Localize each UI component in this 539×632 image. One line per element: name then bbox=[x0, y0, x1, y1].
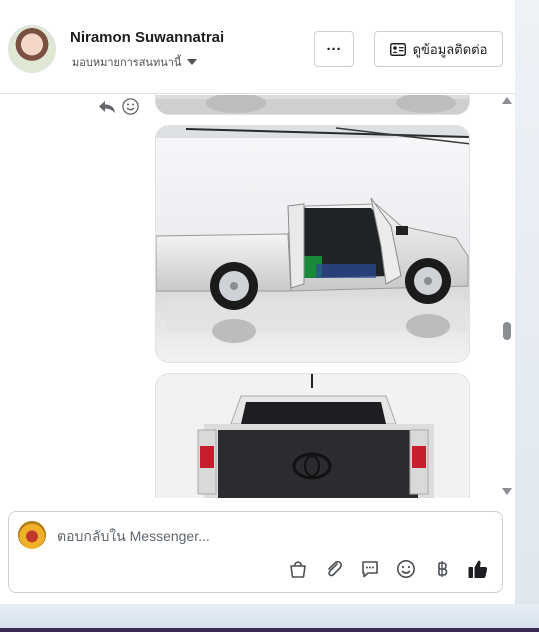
avatar[interactable] bbox=[8, 25, 56, 73]
message-thread[interactable] bbox=[0, 95, 515, 498]
baht-icon[interactable] bbox=[431, 558, 453, 580]
message-actions bbox=[98, 98, 139, 115]
shopping-bag-icon[interactable] bbox=[287, 558, 309, 580]
reply-composer bbox=[8, 511, 503, 593]
reply-icon[interactable] bbox=[98, 100, 116, 114]
pickup-truck-side-image bbox=[156, 126, 469, 362]
more-icon: ··· bbox=[326, 40, 342, 58]
assign-conversation[interactable]: มอบหมายการสนทนานี้ bbox=[72, 53, 198, 71]
conversation-header: Niramon Suwannatrai มอบหมายการสนทนานี้ ·… bbox=[0, 0, 515, 94]
car-photo-partial[interactable] bbox=[155, 95, 470, 115]
view-contact-label: ดูข้อมูลติดต่อ bbox=[412, 41, 488, 57]
composer-toolbar bbox=[287, 558, 489, 580]
emoji-icon[interactable] bbox=[122, 98, 139, 115]
reply-input[interactable] bbox=[57, 526, 477, 546]
scroll-thumb[interactable] bbox=[503, 322, 511, 340]
contact-card-icon bbox=[389, 42, 406, 56]
assign-label: มอบหมายการสนทนานี้ bbox=[72, 57, 182, 69]
saved-reply-icon[interactable] bbox=[359, 558, 381, 580]
pickup-truck-rear-image bbox=[156, 374, 469, 498]
attachment-icon[interactable] bbox=[323, 558, 345, 580]
pickup-truck-side-photo[interactable] bbox=[155, 125, 470, 363]
caret-down-icon bbox=[187, 59, 198, 65]
conversation-panel: Niramon Suwannatrai มอบหมายการสนทนานี้ ·… bbox=[0, 0, 515, 604]
thumbs-up-icon[interactable] bbox=[467, 558, 489, 580]
more-options-button[interactable]: ··· bbox=[314, 31, 354, 67]
view-contact-button[interactable]: ดูข้อมูลติดต่อ bbox=[374, 31, 503, 67]
window-edge bbox=[515, 0, 539, 632]
scroll-down-arrow[interactable] bbox=[502, 488, 512, 495]
taskbar-edge bbox=[0, 628, 539, 632]
scroll-up-arrow[interactable] bbox=[502, 97, 512, 104]
contact-name[interactable]: Niramon Suwannatrai bbox=[70, 29, 224, 46]
car-photo-partial-image bbox=[156, 95, 469, 114]
page-avatar bbox=[18, 521, 46, 549]
emoji-icon[interactable] bbox=[395, 558, 417, 580]
pickup-truck-rear-photo[interactable] bbox=[155, 373, 470, 498]
